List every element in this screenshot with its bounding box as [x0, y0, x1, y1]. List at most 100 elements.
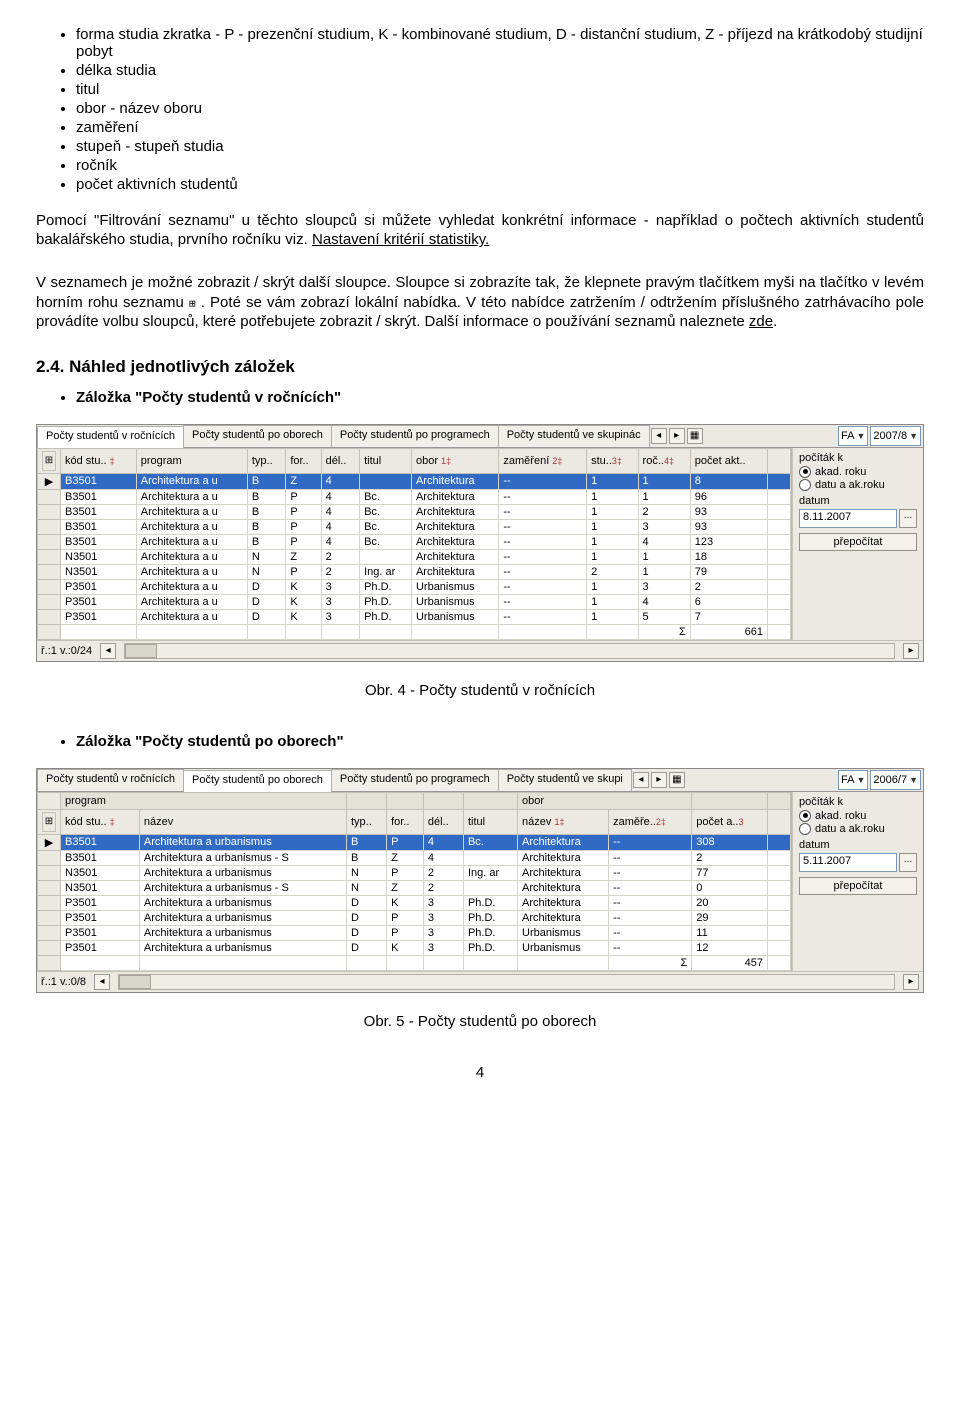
year-combo[interactable]: 2007/8▼: [870, 426, 921, 446]
col-for[interactable]: for..: [286, 448, 321, 473]
date-picker-button[interactable]: ...: [899, 509, 917, 528]
cell: --: [499, 473, 587, 489]
tab-obory[interactable]: Počty studentů po oborech: [183, 425, 332, 447]
table-row[interactable]: P3501Architektura a uDK3Ph.D.Urbanismus-…: [38, 579, 791, 594]
prepocitat-button[interactable]: přepočítat: [799, 877, 917, 895]
table-row[interactable]: ▶B3501Architektura a uBZ4Architektura--1…: [38, 473, 791, 489]
tab-programy[interactable]: Počty studentů po programech: [331, 425, 499, 447]
radio-akad-roku[interactable]: akad. roku: [799, 810, 917, 822]
scroll-right-icon[interactable]: ▸: [903, 974, 919, 990]
col-pocet[interactable]: počet a..3: [692, 809, 768, 834]
col-typ[interactable]: typ..: [247, 448, 285, 473]
col-rocnik[interactable]: roč..4‡: [638, 448, 690, 473]
col-pocet[interactable]: počet akt..: [690, 448, 767, 473]
screenshot-obory: Počty studentů v ročnících Počty student…: [36, 768, 924, 993]
datum-field[interactable]: 5.11.2007: [799, 853, 897, 872]
side-pocitak-label: počíták k: [799, 796, 917, 808]
tab-skupiny[interactable]: Počty studentů ve skupinác: [498, 425, 650, 447]
tab-obory[interactable]: Počty studentů po oborech: [183, 770, 332, 792]
cell: Ph.D.: [360, 594, 412, 609]
tab-programy[interactable]: Počty studentů po programech: [331, 769, 499, 791]
row-marker: [38, 925, 61, 940]
prepocitat-button[interactable]: přepočítat: [799, 533, 917, 551]
radio-datu-akroku[interactable]: datu a ak.roku: [799, 823, 917, 835]
table-row[interactable]: B3501Architektura a uBP4Bc.Architektura-…: [38, 504, 791, 519]
tab-bar: Počty studentů v ročnících Počty student…: [37, 769, 923, 792]
grp-program[interactable]: program: [61, 792, 347, 809]
table-row[interactable]: P3501Architektura a urbanismusDP3Ph.D.Ar…: [38, 910, 791, 925]
tabs-scroll-left-icon[interactable]: ◂: [633, 772, 649, 788]
table-row[interactable]: B3501Architektura a uBP4Bc.Architektura-…: [38, 534, 791, 549]
col-del[interactable]: dél..: [321, 448, 359, 473]
hscrollbar[interactable]: [118, 974, 895, 990]
col-nazev-prog[interactable]: název: [139, 809, 346, 834]
cell: Architektura a u: [136, 473, 247, 489]
col-obor[interactable]: obor 1‡: [411, 448, 498, 473]
table-row[interactable]: N3501Architektura a uNP2Ing. arArchitekt…: [38, 564, 791, 579]
grid-rocniky[interactable]: ⊞ kód stu.. ‡ program typ.. for.. dél.. …: [37, 448, 791, 640]
hscrollbar[interactable]: [124, 643, 895, 659]
col-program[interactable]: program: [136, 448, 247, 473]
table-row[interactable]: N3501Architektura a urbanismus - SNZ2Arc…: [38, 880, 791, 895]
grp-obor[interactable]: obor: [518, 792, 692, 809]
faculty-combo[interactable]: FA▼: [838, 770, 868, 790]
cell: 2: [587, 564, 638, 579]
scroll-left-icon[interactable]: ◂: [94, 974, 110, 990]
table-row[interactable]: N3501Architektura a uNZ2Architektura--11…: [38, 549, 791, 564]
col-titul[interactable]: titul: [360, 448, 412, 473]
year-combo[interactable]: 2006/7▼: [870, 770, 921, 790]
cell: Architektura a u: [136, 594, 247, 609]
link-nastaveni-kriterii[interactable]: Nastavení kritérií statistiky.: [312, 231, 489, 248]
grid-corner-icon[interactable]: ⊞: [42, 451, 56, 471]
scroll-right-icon[interactable]: ▸: [903, 643, 919, 659]
grid-corner-icon[interactable]: ⊞: [42, 812, 56, 832]
table-row[interactable]: P3501Architektura a urbanismusDP3Ph.D.Ur…: [38, 925, 791, 940]
tabs-scroll-right-icon[interactable]: ▸: [651, 772, 667, 788]
grid-obory[interactable]: program obor ⊞ kód stu.. ‡ název typ.. f…: [37, 792, 791, 971]
col-stupen[interactable]: stu..3‡: [587, 448, 638, 473]
col-for[interactable]: for..: [387, 809, 424, 834]
cell: B3501: [61, 473, 137, 489]
cell: Architektura: [411, 534, 498, 549]
col-kod[interactable]: kód stu.. ‡: [61, 809, 140, 834]
faculty-combo[interactable]: FA▼: [838, 426, 868, 446]
bullet: ročník: [76, 157, 924, 174]
col-del[interactable]: dél..: [423, 809, 463, 834]
cell: [360, 549, 412, 564]
cell: B3501: [61, 834, 140, 850]
table-row[interactable]: N3501Architektura a urbanismusNP2Ing. ar…: [38, 865, 791, 880]
datum-field[interactable]: 8.11.2007: [799, 509, 897, 528]
tabs-export-icon[interactable]: ▦: [687, 428, 703, 444]
table-row[interactable]: P3501Architektura a urbanismusDK3Ph.D.Ur…: [38, 940, 791, 955]
table-row[interactable]: ▶B3501Architektura a urbanismusBP4Bc.Arc…: [38, 834, 791, 850]
cell: Urbanismus: [411, 579, 498, 594]
table-row[interactable]: B3501Architektura a uBP4Bc.Architektura-…: [38, 519, 791, 534]
table-row[interactable]: P3501Architektura a uDK3Ph.D.Urbanismus-…: [38, 594, 791, 609]
col-nazev-obor[interactable]: název 1‡: [518, 809, 609, 834]
table-row[interactable]: P3501Architektura a urbanismusDK3Ph.D.Ar…: [38, 895, 791, 910]
table-row[interactable]: B3501Architektura a urbanismus - SBZ4Arc…: [38, 850, 791, 865]
tabs-export-icon[interactable]: ▦: [669, 772, 685, 788]
tabs-scroll-left-icon[interactable]: ◂: [651, 428, 667, 444]
scroll-left-icon[interactable]: ◂: [100, 643, 116, 659]
radio-datu-akroku[interactable]: datu a ak.roku: [799, 479, 917, 491]
col-typ[interactable]: typ..: [346, 809, 386, 834]
table-row[interactable]: P3501Architektura a uDK3Ph.D.Urbanismus-…: [38, 609, 791, 624]
cell: Architektura a u: [136, 504, 247, 519]
radio-akad-roku[interactable]: akad. roku: [799, 466, 917, 478]
bullet: délka studia: [76, 62, 924, 79]
col-zamereni[interactable]: zaměře..2‡: [609, 809, 692, 834]
table-row[interactable]: B3501Architektura a uBP4Bc.Architektura-…: [38, 489, 791, 504]
cell: Architektura a u: [136, 519, 247, 534]
date-picker-button[interactable]: ...: [899, 853, 917, 872]
col-zamereni[interactable]: zaměření 2‡: [499, 448, 587, 473]
tabs-scroll-right-icon[interactable]: ▸: [669, 428, 685, 444]
col-kod[interactable]: kód stu.. ‡: [61, 448, 137, 473]
tab-rocniky[interactable]: Počty studentů v ročnících: [37, 426, 184, 448]
col-titul[interactable]: titul: [463, 809, 517, 834]
tab-rocniky[interactable]: Počty studentů v ročnících: [37, 769, 184, 791]
link-zde[interactable]: zde: [749, 313, 773, 330]
cell: 96: [690, 489, 767, 504]
tab-skupiny[interactable]: Počty studentů ve skupi: [498, 769, 632, 791]
row-marker: [38, 519, 61, 534]
